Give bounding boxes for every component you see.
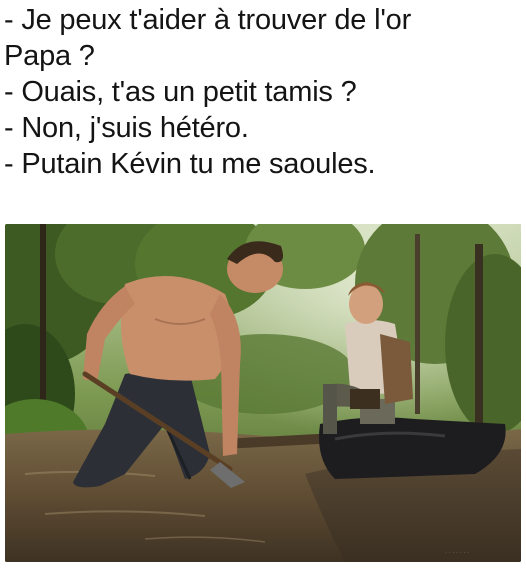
meme-photo: · · · · · · ·: [5, 224, 521, 562]
watermark: · · · · · · ·: [445, 550, 469, 556]
caption-line-2: Papa ?: [4, 40, 95, 72]
black-tarp: [319, 417, 506, 479]
caption-line-3: - Ouais, t'as un petit tamis ?: [4, 76, 357, 108]
photo-illustration: · · · · · · ·: [5, 224, 521, 562]
caption-line-4: - Non, j'suis hétéro.: [4, 112, 249, 144]
meme-caption: - Je peux t'aider à trouver de l'or Papa…: [4, 2, 522, 182]
caption-line-1: - Je peux t'aider à trouver de l'or: [4, 4, 412, 36]
caption-line-5: - Putain Kévin tu me saoules.: [4, 148, 376, 180]
